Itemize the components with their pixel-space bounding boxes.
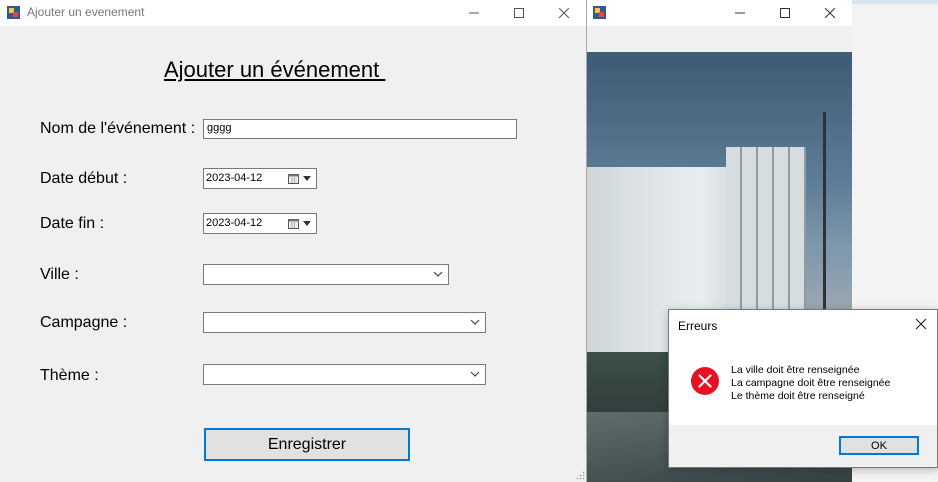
end-date-value: 2023-04-12: [206, 217, 263, 229]
campaign-label: Campagne :: [40, 314, 128, 331]
form-title: Ajouter un événement: [164, 57, 386, 82]
event-name-input[interactable]: gggg: [203, 119, 517, 139]
error-messages: La ville doit être renseignée La campagn…: [731, 364, 890, 403]
start-date-picker[interactable]: 2023-04-12: [203, 168, 317, 189]
chevron-down-icon[interactable]: [303, 176, 311, 181]
theme-select[interactable]: [203, 364, 486, 385]
desktop-edge: [852, 0, 938, 4]
save-button[interactable]: Enregistrer: [204, 428, 410, 461]
app-icon: [7, 6, 20, 19]
maximize-icon[interactable]: [762, 0, 807, 26]
city-select[interactable]: [203, 264, 449, 285]
error-message: La ville doit être renseignée: [731, 364, 860, 376]
end-date-label: Date fin :: [40, 215, 105, 232]
theme-label: Thème :: [40, 367, 99, 384]
error-icon: [691, 367, 719, 395]
minimize-icon[interactable]: [451, 0, 496, 26]
dialog-footer: OK: [669, 425, 937, 467]
event-name-label: Nom de l'événement :: [40, 120, 196, 137]
minimize-icon[interactable]: [717, 0, 762, 26]
dialog-title: Erreurs: [678, 319, 718, 333]
chevron-down-icon[interactable]: [432, 268, 444, 280]
chevron-down-icon[interactable]: [469, 368, 481, 380]
error-message: La campagne doit être renseignée: [731, 377, 891, 389]
start-date-value: 2023-04-12: [206, 172, 263, 184]
window-titlebar[interactable]: Ajouter un evenement: [0, 0, 586, 26]
add-event-window[interactable]: Ajouter un evenement Ajouter un événemen…: [0, 0, 587, 482]
close-icon[interactable]: [913, 316, 929, 332]
close-icon[interactable]: [807, 0, 852, 26]
resize-grip-icon[interactable]: [576, 471, 585, 480]
calendar-icon[interactable]: [288, 173, 299, 184]
chevron-down-icon[interactable]: [469, 316, 481, 328]
start-date-label: Date début :: [40, 170, 128, 187]
window-title: Ajouter un evenement: [27, 5, 145, 19]
chevron-down-icon[interactable]: [303, 221, 311, 226]
app-icon: [593, 6, 606, 19]
error-message: Le thème doit être renseigné: [731, 390, 865, 402]
background-window-titlebar[interactable]: [586, 0, 852, 26]
end-date-picker[interactable]: 2023-04-12: [203, 213, 317, 234]
maximize-icon[interactable]: [496, 0, 541, 26]
city-label: Ville :: [40, 266, 79, 283]
close-icon[interactable]: [541, 0, 586, 26]
campaign-select[interactable]: [203, 312, 486, 333]
calendar-icon[interactable]: [288, 218, 299, 229]
ok-button[interactable]: OK: [839, 436, 919, 455]
error-dialog[interactable]: Erreurs La ville doit être renseignée La…: [668, 309, 938, 468]
